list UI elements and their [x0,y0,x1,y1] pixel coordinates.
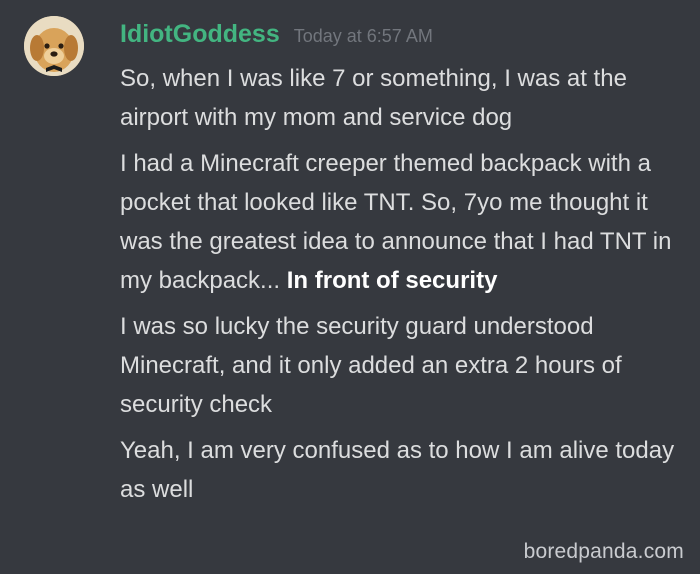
message-line: I was so lucky the security guard unders… [120,313,622,418]
username[interactable]: IdiotGoddess [120,20,280,48]
message-line: Yeah, I am very confused as to how I am … [120,437,675,503]
message-bold-text: In front of security [286,267,498,294]
user-avatar[interactable] [24,16,84,76]
message-header: IdiotGoddess Today at 6:57 AM [120,20,433,49]
puppy-avatar-icon [24,16,84,76]
message-line: So, when I was like 7 or something, I wa… [120,65,627,131]
timestamp: Today at 6:57 AM [293,26,433,46]
message-group: So, when I was like 7 or something, I wa… [120,59,680,516]
watermark: boredpanda.com [523,540,684,563]
message-line: I had a Minecraft creeper themed backpac… [120,144,680,300]
